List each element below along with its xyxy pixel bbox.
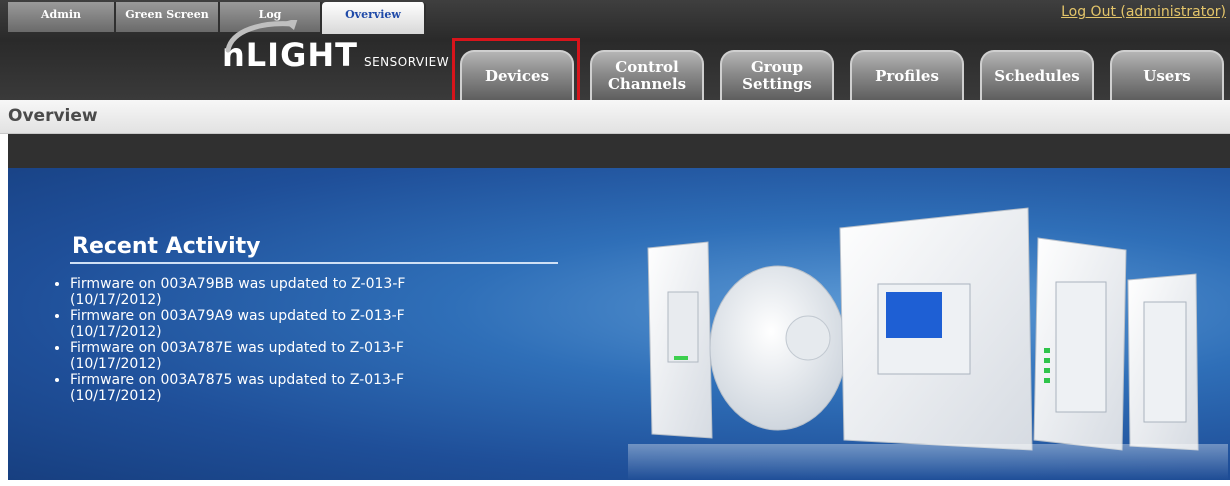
activity-item: Firmware on 003A7875 was updated to Z-01… bbox=[70, 372, 510, 404]
devices-highlight-box bbox=[452, 38, 580, 103]
activity-date: (10/17/2012) bbox=[70, 356, 162, 372]
activity-text: Firmware on 003A79BB was updated to Z-01… bbox=[70, 276, 406, 292]
top-tab-strip: Admin Green Screen Log Overview bbox=[8, 2, 426, 34]
activity-date: (10/17/2012) bbox=[70, 292, 162, 308]
tab-overview[interactable]: Overview bbox=[322, 2, 426, 34]
activity-text: Firmware on 003A79A9 was updated to Z-01… bbox=[70, 308, 405, 324]
tab-group-settings-label: Group Settings bbox=[742, 58, 812, 93]
tab-schedules[interactable]: Schedules bbox=[980, 50, 1094, 100]
logout-link[interactable]: Log Out (administrator) bbox=[1061, 4, 1226, 20]
logo-swoosh-icon bbox=[225, 20, 298, 53]
breadcrumb: Overview bbox=[8, 106, 98, 126]
toolbar-strip bbox=[8, 134, 1230, 168]
activity-item: Firmware on 003A79BB was updated to Z-01… bbox=[70, 276, 510, 308]
tab-green-screen[interactable]: Green Screen bbox=[116, 2, 220, 32]
tab-control-channels[interactable]: Control Channels bbox=[590, 50, 704, 100]
app-header: Admin Green Screen Log Overview Log Out … bbox=[0, 0, 1230, 103]
activity-item: Firmware on 003A787E was updated to Z-01… bbox=[70, 340, 510, 372]
activity-text: Firmware on 003A7875 was updated to Z-01… bbox=[70, 372, 405, 388]
logo-subtitle: SENSORVIEW bbox=[363, 55, 450, 69]
tab-profiles[interactable]: Profiles bbox=[850, 50, 964, 100]
product-lineup-image bbox=[628, 207, 1228, 480]
activity-text: Firmware on 003A787E was updated to Z-01… bbox=[70, 340, 404, 356]
recent-activity-list: Firmware on 003A79BB was updated to Z-01… bbox=[52, 276, 510, 404]
tab-admin[interactable]: Admin bbox=[8, 2, 116, 32]
overview-banner: Recent Activity Firmware on 003A79BB was… bbox=[8, 168, 1230, 480]
activity-item: Firmware on 003A79A9 was updated to Z-01… bbox=[70, 308, 510, 340]
tab-control-channels-label: Control Channels bbox=[607, 58, 687, 93]
recent-activity-title: Recent Activity bbox=[72, 234, 261, 259]
title-underline bbox=[70, 262, 558, 264]
activity-date: (10/17/2012) bbox=[70, 324, 162, 340]
tab-group-settings[interactable]: Group Settings bbox=[720, 50, 834, 100]
page-bottom bbox=[0, 480, 1230, 486]
nlight-logo: nLIGHT SENSORVIEW bbox=[222, 20, 450, 74]
breadcrumb-bar: Overview bbox=[0, 100, 1230, 134]
tab-users[interactable]: Users bbox=[1110, 50, 1224, 100]
activity-date: (10/17/2012) bbox=[70, 388, 162, 404]
